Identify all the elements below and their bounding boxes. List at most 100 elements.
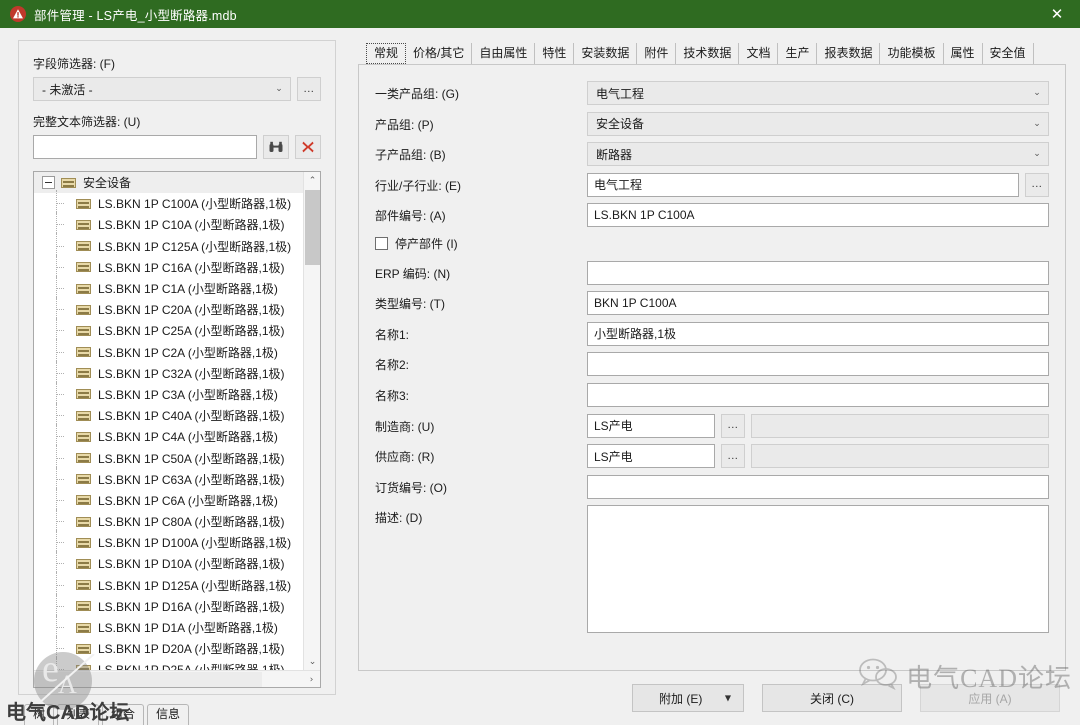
text-filter-input[interactable]	[33, 135, 257, 159]
discontinued-checkbox[interactable]	[375, 237, 388, 251]
tree-item-label: LS.BKN 1P D16A (小型断路器,1极)	[98, 599, 285, 614]
order-number-input[interactable]	[587, 474, 1049, 499]
tree-item[interactable]: LS.BKN 1P C2A (小型断路器,1极)	[34, 338, 320, 363]
scroll-up-icon[interactable]: ⌃	[304, 172, 320, 189]
part-number-input[interactable]: LS.BKN 1P C100A	[587, 203, 1049, 228]
scroll-down-icon[interactable]: ⌄	[304, 653, 320, 670]
tree-item[interactable]: LS.BKN 1P C40A (小型断路器,1极)	[34, 402, 320, 427]
row-description: 描述: (D)	[375, 505, 1049, 634]
product-group-top-combo[interactable]: 电气工程 ⌄	[587, 81, 1049, 105]
field-filter-more-button[interactable]: ...	[297, 77, 321, 101]
tree-item[interactable]: LS.BKN 1P D10A (小型断路器,1极)	[34, 550, 320, 575]
manufacturer-input[interactable]: LS产电	[587, 413, 715, 438]
row-product-group: 产品组: (P) 安全设备 ⌄	[375, 111, 1049, 136]
tree-item[interactable]: LS.BKN 1P C10A (小型断路器,1极)	[34, 211, 320, 236]
tree-expander-icon[interactable]	[42, 176, 55, 190]
left-tab-1[interactable]: 列表	[57, 703, 100, 725]
erp-code-input[interactable]	[587, 260, 1049, 285]
tree-root-label: 安全设备	[83, 176, 132, 191]
tab-10[interactable]: 功能模板	[880, 42, 944, 64]
tree-indent-guide	[42, 190, 76, 215]
chevron-down-icon[interactable]: ⌄	[1026, 88, 1048, 98]
name2-input[interactable]	[587, 352, 1049, 377]
tree-item[interactable]: LS.BKN 1P C25A (小型断路器,1极)	[34, 317, 320, 342]
type-number-input[interactable]: BKN 1P C100A	[587, 291, 1049, 316]
tab-9[interactable]: 报表数据	[817, 42, 881, 64]
field-filter-combo[interactable]: - 未激活 - ⌄	[33, 77, 291, 101]
tab-6[interactable]: 技术数据	[676, 42, 740, 64]
tree-root-node[interactable]: 安全设备	[34, 172, 320, 194]
tab-11[interactable]: 属性	[944, 42, 983, 64]
tree-indent-guide	[42, 486, 76, 511]
tree-item[interactable]: LS.BKN 1P D20A (小型断路器,1极)	[34, 635, 320, 660]
tree-item-label: LS.BKN 1P D10A (小型断路器,1极)	[98, 557, 285, 572]
tab-2[interactable]: 自由属性	[472, 42, 536, 64]
sub-product-group-combo[interactable]: 断路器 ⌄	[587, 142, 1049, 167]
chevron-down-icon[interactable]: ⌄	[1026, 119, 1048, 129]
scrollbar-thumb[interactable]	[305, 190, 320, 265]
tree-item[interactable]: LS.BKN 1P C125A (小型断路器,1极)	[34, 232, 320, 257]
tree-indent-guide	[42, 444, 76, 469]
tree-item[interactable]: LS.BKN 1P C20A (小型断路器,1极)	[34, 296, 320, 321]
tree-item-label: LS.BKN 1P C10A (小型断路器,1极)	[98, 218, 285, 233]
row-order-number: 订货编号: (O)	[375, 474, 1049, 499]
tree-item[interactable]: LS.BKN 1P D1A (小型断路器,1极)	[34, 614, 320, 639]
tree-indent-guide	[42, 508, 76, 533]
attach-button[interactable]: 附加 (E) ▼	[632, 684, 744, 712]
red-x-icon[interactable]	[295, 135, 321, 159]
left-tab-0[interactable]: 树	[24, 703, 55, 725]
tree-vertical-scrollbar[interactable]: ⌃ ⌄	[303, 172, 320, 670]
tree-item[interactable]: LS.BKN 1P D125A (小型断路器,1极)	[34, 571, 320, 596]
tree-item[interactable]: LS.BKN 1P D100A (小型断路器,1极)	[34, 529, 320, 554]
manufacturer-more-button[interactable]: ...	[721, 413, 745, 438]
tab-5[interactable]: 附件	[637, 42, 677, 64]
filter-and-tree-group: 字段筛选器: (F) - 未激活 - ⌄ ... 完整文本筛选器: (U) 安全…	[18, 40, 336, 695]
product-group-combo[interactable]: 安全设备 ⌄	[587, 111, 1049, 136]
tree-item[interactable]: LS.BKN 1P C80A (小型断路器,1极)	[34, 508, 320, 533]
tree-item[interactable]: LS.BKN 1P D16A (小型断路器,1极)	[34, 592, 320, 617]
tree-item[interactable]: LS.BKN 1P C63A (小型断路器,1极)	[34, 465, 320, 490]
tab-4[interactable]: 安装数据	[574, 42, 638, 64]
tab-7[interactable]: 文档	[739, 42, 779, 64]
scroll-right-icon[interactable]: ›	[303, 671, 320, 687]
tree-item[interactable]: LS.BKN 1P C16A (小型断路器,1极)	[34, 253, 320, 278]
tree-indent-guide	[42, 635, 76, 660]
industry-input[interactable]: 电气工程	[587, 172, 1019, 197]
supplier-more-button[interactable]: ...	[721, 444, 745, 469]
part-icon	[76, 516, 91, 527]
tree-item[interactable]: LS.BKN 1P C32A (小型断路器,1极)	[34, 359, 320, 384]
tree-indent-guide	[42, 232, 76, 257]
tree-item[interactable]: LS.BKN 1P C1A (小型断路器,1极)	[34, 275, 320, 300]
product-group-value: 安全设备	[596, 117, 645, 132]
tree-item[interactable]: LS.BKN 1P C100A (小型断路器,1极)	[34, 190, 320, 215]
tab-3[interactable]: 特性	[535, 42, 575, 64]
tree-item[interactable]: LS.BKN 1P C4A (小型断路器,1极)	[34, 423, 320, 448]
hscrollbar-thumb[interactable]	[34, 672, 262, 687]
left-tab-3[interactable]: 信息	[147, 703, 190, 725]
tree-horizontal-scrollbar[interactable]: ›	[34, 670, 320, 687]
tab-12[interactable]: 安全值	[983, 42, 1034, 64]
tree-item[interactable]: LS.BKN 1P C3A (小型断路器,1极)	[34, 380, 320, 405]
close-button[interactable]: 关闭 (C)	[762, 684, 902, 712]
binoculars-icon[interactable]	[263, 135, 289, 159]
name1-input[interactable]: 小型断路器,1极	[587, 321, 1049, 346]
tree-item[interactable]: LS.BKN 1P D25A (小型断路器,1极)	[34, 656, 320, 670]
supplier-input[interactable]: LS产电	[587, 444, 715, 469]
tab-0[interactable]: 常规	[366, 42, 407, 64]
sub-product-group-value: 断路器	[596, 147, 633, 162]
chevron-down-icon[interactable]: ⌄	[268, 78, 290, 100]
part-icon	[76, 580, 91, 591]
tab-8[interactable]: 生产	[778, 42, 818, 64]
discontinued-checkbox-row[interactable]: 停产部件 (I)	[375, 234, 458, 254]
description-textarea[interactable]	[587, 505, 1049, 634]
name3-input[interactable]	[587, 382, 1049, 407]
tab-1[interactable]: 价格/其它	[406, 42, 473, 64]
chevron-down-icon[interactable]: ▼	[725, 694, 731, 703]
tree-item[interactable]: LS.BKN 1P C6A (小型断路器,1极)	[34, 486, 320, 511]
left-tab-2[interactable]: 组合	[102, 703, 145, 725]
tree-item[interactable]: LS.BKN 1P C50A (小型断路器,1极)	[34, 444, 320, 469]
chevron-down-icon[interactable]: ⌄	[1026, 149, 1048, 159]
parts-tree[interactable]: 安全设备 LS.BKN 1P C100A (小型断路器,1极) LS.BKN 1P …	[33, 171, 321, 688]
close-icon[interactable]: ✕	[1034, 0, 1080, 28]
industry-more-button[interactable]: ...	[1025, 172, 1049, 197]
